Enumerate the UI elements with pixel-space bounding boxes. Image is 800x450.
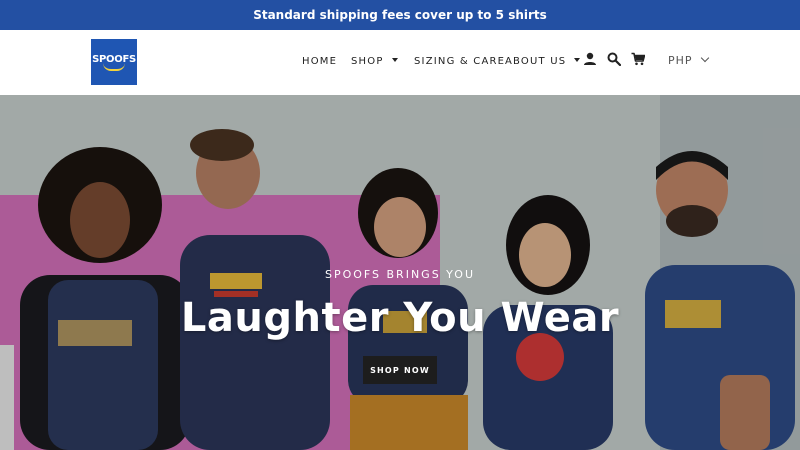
- site-header: SPOOFS HOME SHOP SIZING & CARE ABOUT US …: [0, 30, 800, 95]
- announcement-text: Standard shipping fees cover up to 5 shi…: [253, 8, 547, 22]
- caret-down-icon: [574, 58, 581, 62]
- cart-icon[interactable]: [631, 52, 647, 68]
- nav-shop-label: SHOP: [351, 56, 384, 67]
- nav-sizing-care[interactable]: SIZING & CARE: [414, 56, 505, 67]
- hero-banner: SPOOFS BRINGS YOU Laughter You Wear SHOP…: [0, 95, 800, 450]
- currency-selector[interactable]: PHP: [668, 53, 709, 67]
- shop-now-button[interactable]: SHOP NOW: [363, 356, 437, 384]
- account-icon[interactable]: [583, 52, 599, 68]
- nav-about-us[interactable]: ABOUT US: [505, 56, 581, 67]
- logo-smile-icon: [103, 63, 125, 71]
- hero-kicker: SPOOFS BRINGS YOU: [324, 268, 476, 281]
- nav-home[interactable]: HOME: [302, 56, 337, 67]
- nav-shop[interactable]: SHOP: [351, 56, 398, 67]
- hero-title: Laughter You Wear: [180, 295, 620, 341]
- search-icon[interactable]: [607, 52, 623, 68]
- spoofs-logo[interactable]: SPOOFS: [91, 39, 137, 85]
- chevron-down-icon: [700, 53, 709, 63]
- nav-about-label: ABOUT US: [505, 56, 567, 67]
- currency-label: PHP: [668, 54, 693, 67]
- caret-down-icon: [391, 58, 398, 62]
- announcement-bar: Standard shipping fees cover up to 5 shi…: [0, 0, 800, 30]
